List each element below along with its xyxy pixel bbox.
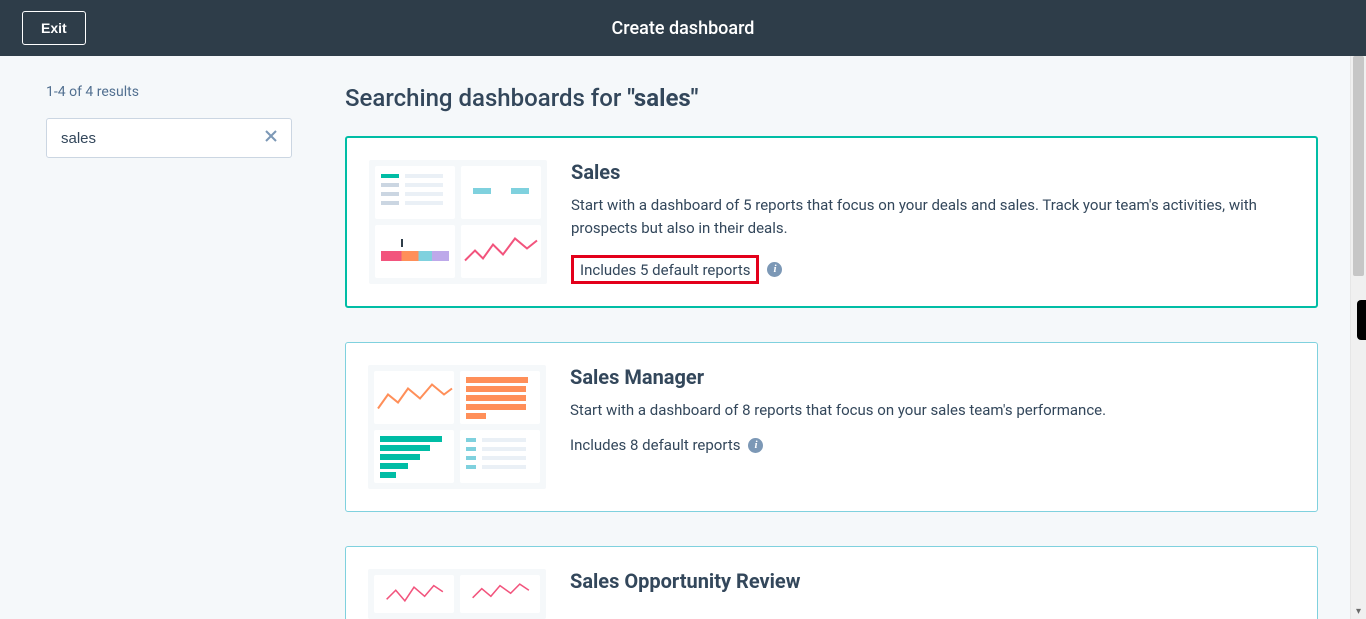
includes-row: Includes 5 default reports i [571, 255, 1294, 284]
dashboard-card-sales-manager[interactable]: Sales Manager Start with a dashboard of … [345, 342, 1318, 512]
exit-button[interactable]: Exit [22, 11, 86, 45]
search-heading: Searching dashboards for "sales" [345, 84, 1318, 112]
card-title: Sales Manager [570, 365, 1295, 389]
info-icon[interactable]: i [748, 438, 763, 453]
scrollbar-thumb[interactable] [1353, 56, 1364, 276]
includes-text: Includes 8 default reports [570, 436, 740, 454]
card-title: Sales [571, 160, 1294, 184]
side-handle[interactable] [1357, 300, 1366, 340]
clear-search-button[interactable] [261, 128, 281, 148]
thumb-list-icon [460, 430, 540, 483]
thumb-hbar-teal-icon [374, 430, 454, 483]
card-description: Start with a dashboard of 5 reports that… [571, 194, 1294, 241]
close-icon [263, 127, 279, 149]
dashboard-thumbnail [369, 160, 547, 284]
results-count: 1-4 of 4 results [46, 84, 321, 100]
thumb-line-chart-icon [460, 575, 540, 613]
card-body: Sales Opportunity Review [570, 569, 1295, 619]
info-icon[interactable]: i [767, 262, 782, 277]
body: 1-4 of 4 results Searching dashboards fo… [0, 56, 1366, 619]
top-bar: Exit Create dashboard [0, 0, 1366, 56]
sidebar: 1-4 of 4 results [0, 56, 345, 619]
highlight-annotation: Includes 5 default reports [571, 255, 759, 284]
search-heading-term: "sales" [627, 84, 698, 112]
thumb-line-chart-icon [461, 225, 541, 278]
search-input[interactable] [61, 130, 261, 147]
dashboard-card-sales[interactable]: Sales Start with a dashboard of 5 report… [345, 136, 1318, 308]
search-heading-prefix: Searching dashboards for [345, 84, 627, 112]
dashboard-thumbnail [368, 365, 546, 489]
thumb-line-chart-icon [374, 575, 454, 613]
search-box [46, 118, 292, 158]
card-body: Sales Start with a dashboard of 5 report… [571, 160, 1294, 284]
scroll-down-icon[interactable]: ▾ [1351, 603, 1366, 619]
includes-text: Includes 5 default reports [580, 261, 750, 279]
card-description: Start with a dashboard of 8 reports that… [570, 399, 1295, 422]
thumb-pipeline-icon [461, 166, 541, 219]
dashboard-thumbnail [368, 569, 546, 619]
thumb-line-chart-icon [374, 371, 454, 424]
card-title: Sales Opportunity Review [570, 569, 1295, 593]
thumb-table-icon [375, 166, 455, 219]
page-title: Create dashboard [612, 18, 755, 39]
thumb-stacked-bar-icon [375, 225, 455, 278]
card-body: Sales Manager Start with a dashboard of … [570, 365, 1295, 489]
includes-row: Includes 8 default reports i [570, 436, 1295, 454]
dashboard-card-sales-opportunity-review[interactable]: Sales Opportunity Review [345, 546, 1318, 619]
content: Searching dashboards for "sales" Sales S… [345, 56, 1366, 619]
thumb-hbar-orange-icon [460, 371, 540, 424]
